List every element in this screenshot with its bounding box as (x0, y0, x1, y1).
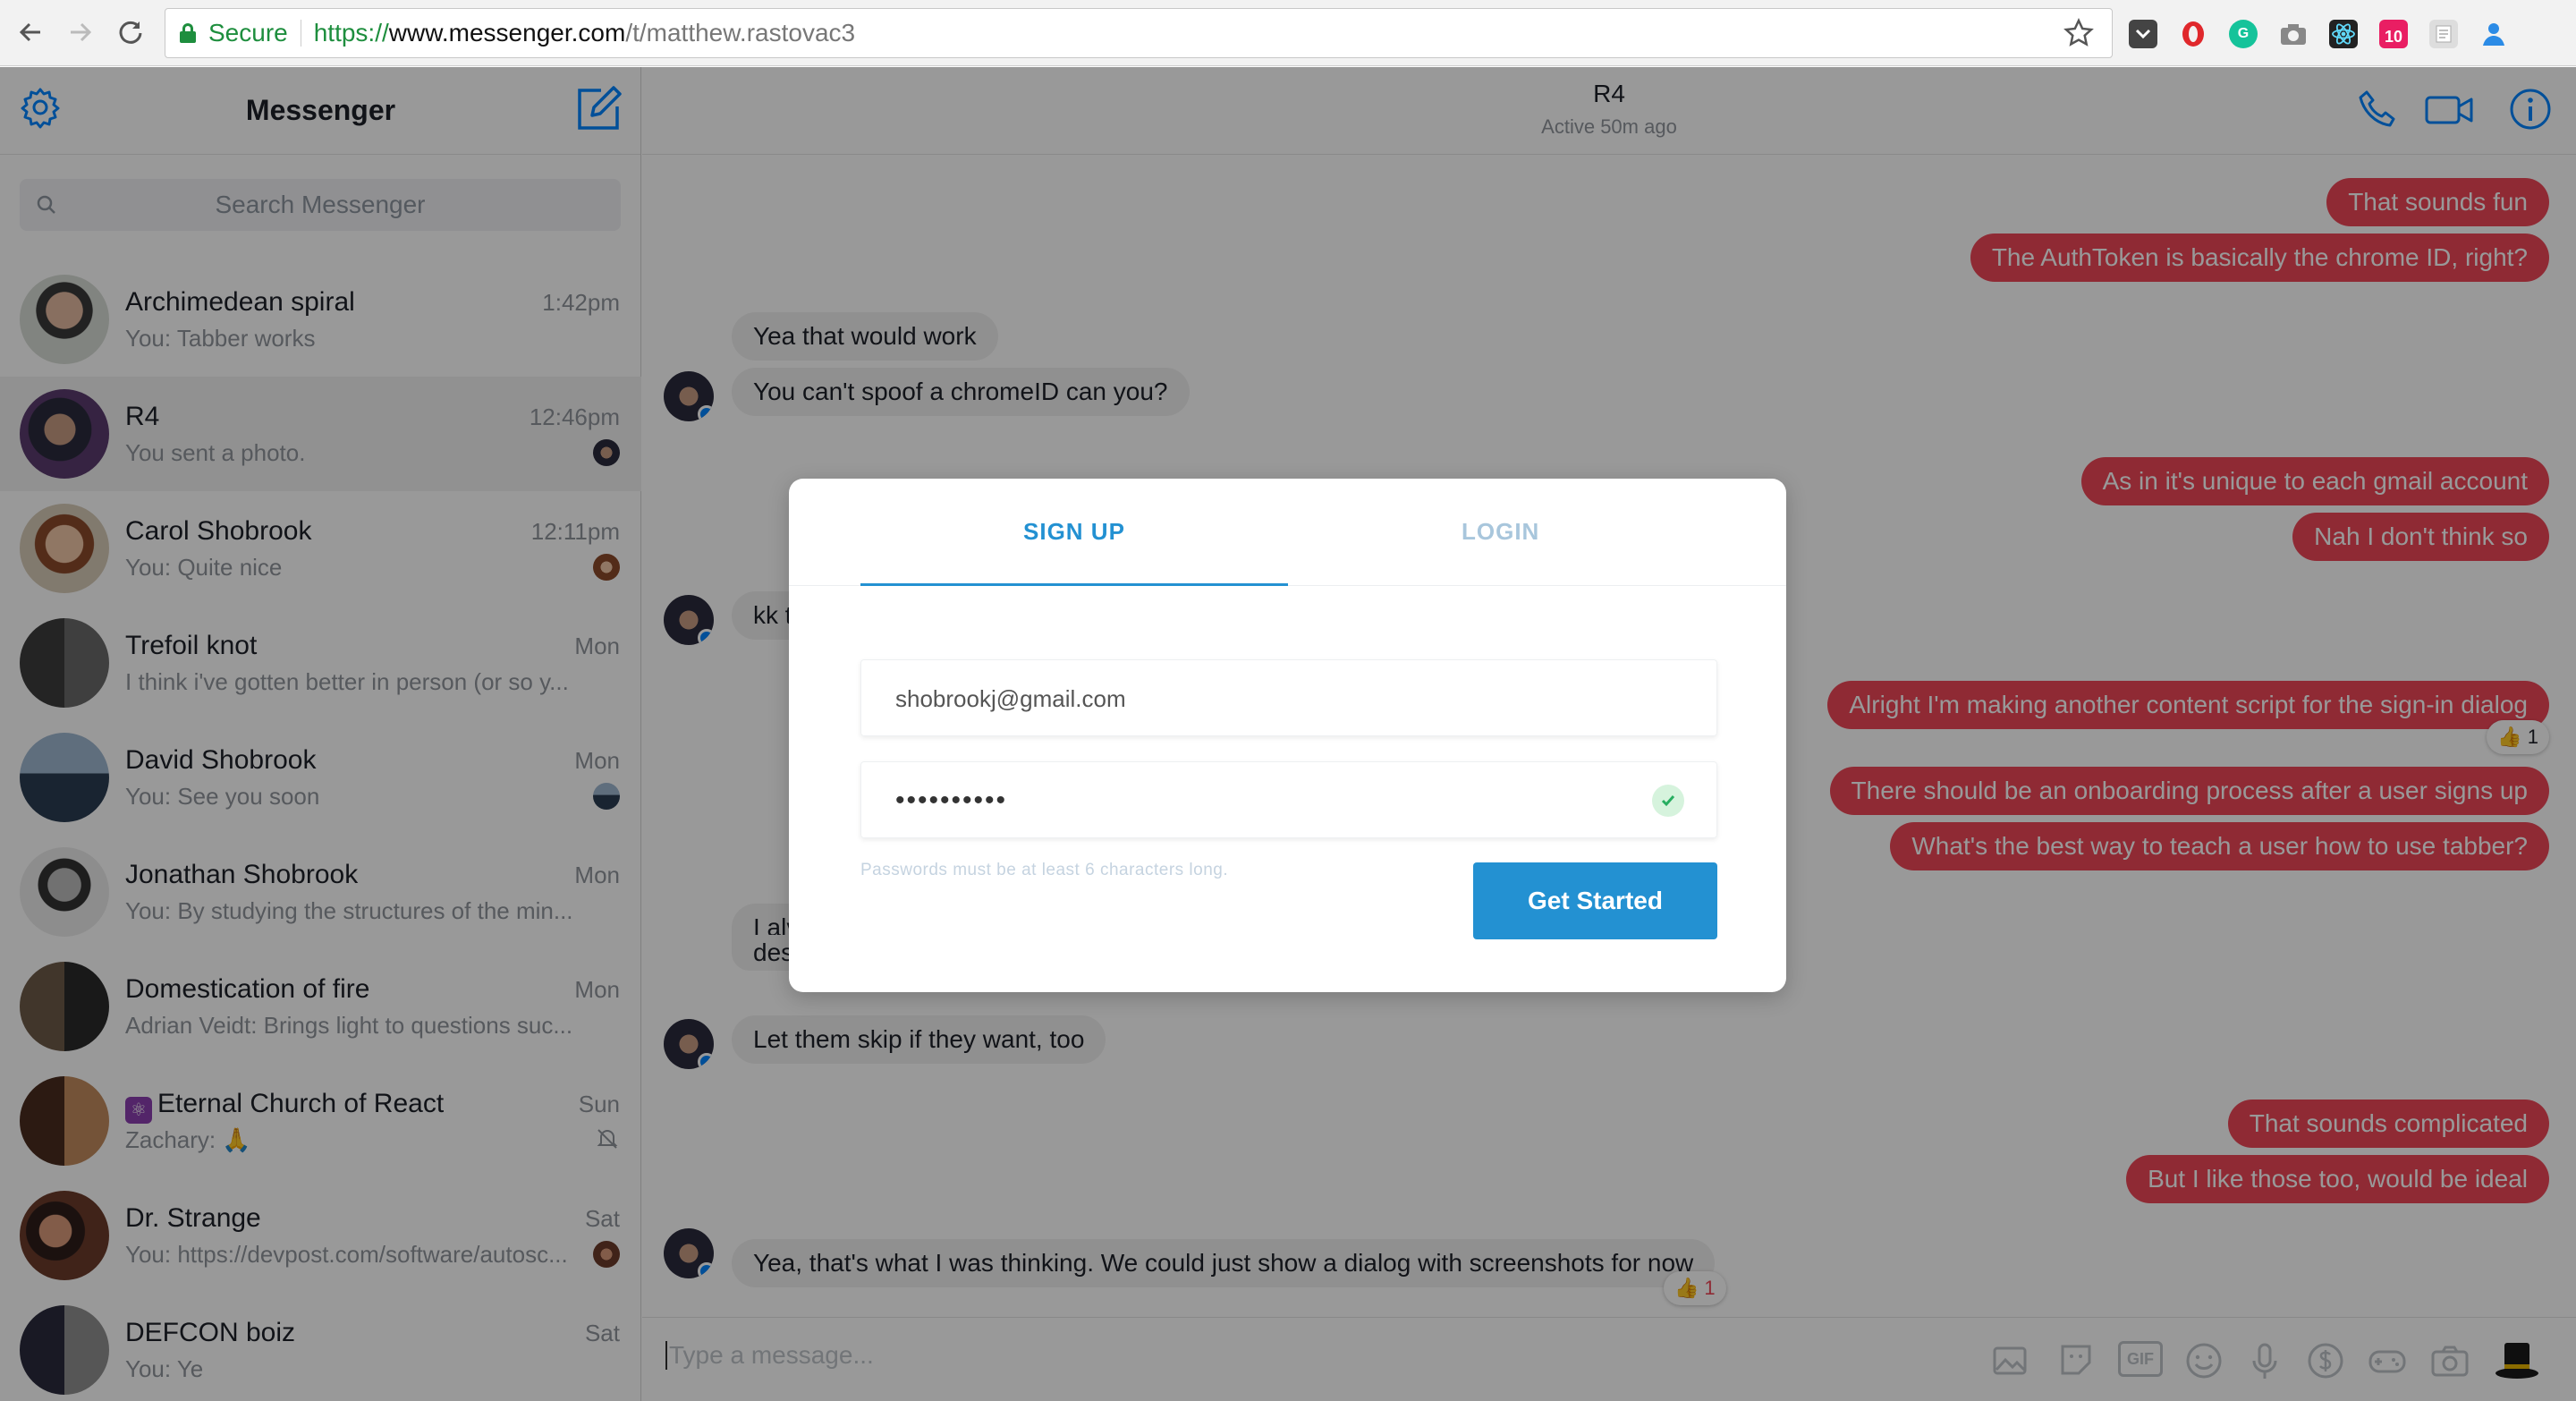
back-button[interactable] (13, 14, 48, 50)
url-scheme: https:// (313, 19, 389, 47)
get-started-button[interactable]: Get Started (1473, 862, 1717, 939)
browser-toolbar: Secure https://www.messenger.com/t/matth… (0, 0, 2576, 66)
bookmark-star-icon[interactable] (2063, 18, 2094, 48)
password-value: •••••••••• (895, 785, 1008, 815)
tab-login[interactable]: LOGIN (1462, 518, 1539, 546)
tab-signup[interactable]: SIGN UP (1023, 518, 1125, 546)
email-field[interactable]: shobrookj@gmail.com (860, 659, 1717, 736)
react-devtools-icon[interactable] (2329, 20, 2358, 48)
forward-button[interactable] (63, 14, 98, 50)
address-bar[interactable]: Secure https://www.messenger.com/t/matth… (165, 8, 2113, 58)
secure-label: Secure (208, 19, 288, 47)
reload-icon (119, 21, 142, 44)
forward-arrow-icon (71, 22, 92, 42)
auth-tabs: SIGN UP LOGIN (789, 479, 1786, 586)
calendar-icon[interactable]: 10 (2379, 20, 2408, 48)
calendar-badge: 10 (2384, 28, 2403, 46)
valid-check-icon (1652, 785, 1684, 817)
opera-icon[interactable] (2179, 20, 2207, 48)
password-hint: Passwords must be at least 6 characters … (860, 861, 1229, 879)
url-host: www.messenger.com (388, 19, 626, 47)
lock-icon (180, 23, 196, 43)
reader-icon[interactable] (2429, 20, 2458, 48)
url-path: /t/matthew.rastovac3 (625, 19, 856, 47)
person-icon[interactable] (2479, 20, 2508, 48)
password-field[interactable]: •••••••••• (860, 761, 1717, 838)
reload-button[interactable] (113, 14, 148, 50)
pocket-icon[interactable] (2129, 20, 2157, 48)
camera-icon[interactable] (2279, 20, 2308, 48)
grammarly-icon[interactable]: G (2229, 20, 2258, 48)
auth-dialog: SIGN UP LOGIN shobrookj@gmail.com ••••••… (789, 479, 1786, 992)
back-arrow-icon (19, 22, 40, 42)
active-tab-indicator (860, 583, 1288, 586)
